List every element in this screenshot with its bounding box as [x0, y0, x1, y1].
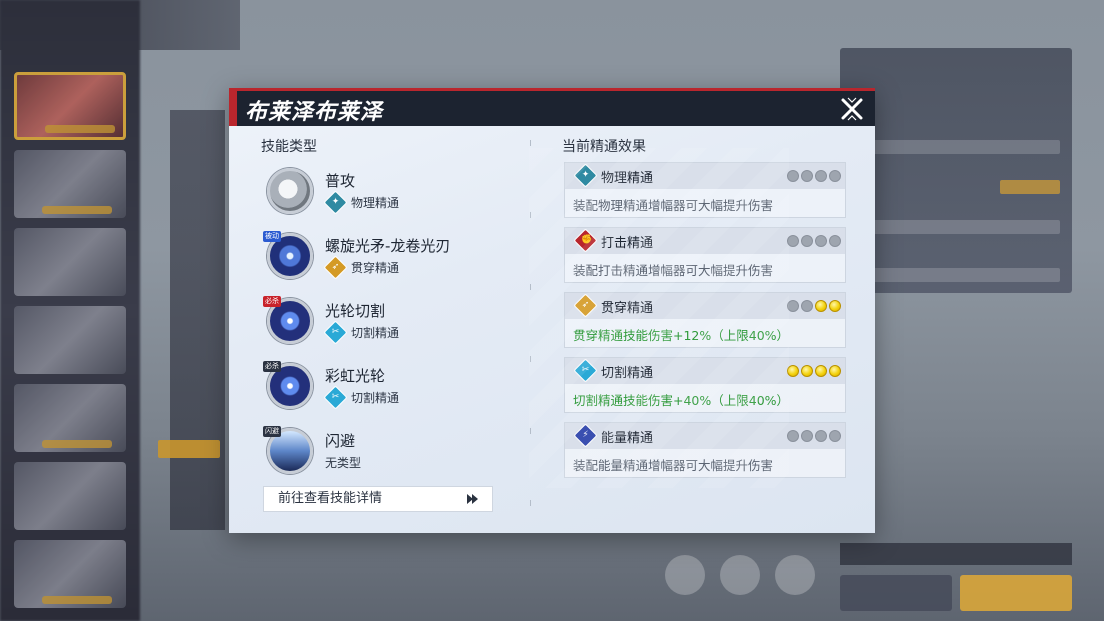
close-icon — [841, 97, 863, 121]
close-button[interactable] — [839, 96, 865, 122]
mastery-level-dot — [829, 170, 841, 182]
double-chevron-right-icon — [467, 494, 478, 504]
skill-type-heading: 技能类型 — [261, 139, 317, 155]
mastery-level-dot — [815, 365, 827, 377]
modal-title: 布莱泽布莱泽 — [245, 100, 384, 125]
skill-type-label: 无类型 — [325, 455, 362, 470]
cut-mastery-icon: ✂ — [323, 319, 348, 345]
mastery-level-dot — [815, 300, 827, 312]
mastery-card-strike: ✊ 打击精通 装配打击精通增幅器可大幅提升伤害 — [564, 227, 846, 283]
physical-mastery-icon: ✦ — [323, 189, 348, 215]
background-tab-active — [158, 440, 220, 458]
skill-name: 闪避 — [325, 432, 356, 450]
current-mastery-heading: 当前精通效果 — [562, 139, 646, 155]
skill-name: 普攻 — [325, 172, 356, 190]
skill-item[interactable]: 普攻 ✦ 物理精通 — [267, 168, 507, 224]
mastery-level-dot — [815, 235, 827, 247]
mastery-level-dot — [829, 365, 841, 377]
basic-attack-icon — [267, 168, 313, 214]
mastery-description: 贯穿精通技能伤害+12%（上限40%） — [573, 328, 790, 343]
mastery-name: 切割精通 — [601, 366, 654, 381]
mastery-level-dot — [787, 365, 799, 377]
skill-type-label: 切割精通 — [351, 390, 400, 405]
mastery-description: 切割精通技能伤害+40%（上限40%） — [573, 393, 790, 408]
mastery-level-dot — [829, 235, 841, 247]
skill-badge: 必杀 — [263, 296, 281, 307]
background-hero-card — [14, 462, 126, 530]
pierce-mastery-icon: ➶ — [323, 254, 348, 280]
skill-item[interactable]: 必杀 彩虹光轮 ✂ 切割精通 — [263, 361, 507, 419]
view-skill-details-label: 前往查看技能详情 — [278, 491, 383, 506]
skill-type-label: 贯穿精通 — [351, 260, 400, 275]
mastery-level-dot — [787, 430, 799, 442]
skill-item[interactable]: 被动 螺旋光矛-龙卷光刃 ➶ 贯穿精通 — [263, 231, 507, 289]
background-secondary-button — [840, 575, 952, 611]
skill-name: 光轮切割 — [325, 302, 386, 320]
mastery-name: 贯穿精通 — [601, 301, 654, 316]
background-hero-card — [14, 228, 126, 296]
mastery-name: 物理精通 — [601, 171, 654, 186]
skill-badge: 必杀 — [263, 361, 281, 372]
background-hero-card — [14, 384, 126, 452]
mastery-level-dot — [801, 430, 813, 442]
mastery-card-pierce: ➶ 贯穿精通 贯穿精通技能伤害+12%（上限40%） — [564, 292, 846, 348]
mastery-level-dot — [829, 430, 841, 442]
background-hero-card — [14, 72, 126, 140]
mastery-description: 装配能量精通增幅器可大幅提升伤害 — [573, 458, 774, 473]
cut-mastery-icon: ✂ — [323, 384, 348, 410]
mastery-level-dots — [787, 430, 841, 442]
skill-name: 螺旋光矛-龙卷光刃 — [325, 237, 451, 255]
mastery-card-energy: ⚡ 能量精通 装配能量精通增幅器可大幅提升伤害 — [564, 422, 846, 478]
skill-name: 彩虹光轮 — [325, 367, 386, 385]
mastery-level-dots — [787, 170, 841, 182]
mastery-level-dot — [815, 430, 827, 442]
view-skill-details-button[interactable]: 前往查看技能详情 — [263, 486, 493, 512]
background-circle-icon — [720, 555, 760, 595]
skill-item[interactable]: 必杀 光轮切割 ✂ 切割精通 — [263, 296, 507, 354]
skill-item[interactable]: 闪避 闪避 无类型 — [263, 426, 507, 484]
background-circle-icon — [665, 555, 705, 595]
skill-type: ➶ 贯穿精通 — [323, 254, 400, 280]
background-stat-row — [850, 140, 1060, 154]
mastery-level-dots — [787, 235, 841, 247]
mastery-description: 装配物理精通增幅器可大幅提升伤害 — [573, 198, 774, 213]
background-primary-button — [960, 575, 1072, 611]
background-tab-column — [170, 110, 225, 530]
skill-type: ✂ 切割精通 — [323, 319, 400, 345]
skill-type: 无类型 — [325, 452, 361, 472]
background-hero-card — [14, 306, 126, 374]
mastery-description: 装配打击精通增幅器可大幅提升伤害 — [573, 263, 774, 278]
background-stat-row — [850, 220, 1060, 234]
skill-badge: 被动 — [263, 231, 281, 242]
mastery-level-dot — [815, 170, 827, 182]
skill-type-label: 切割精通 — [351, 325, 400, 340]
mastery-level-dots — [787, 300, 841, 312]
mastery-card-physical: ✦ 物理精通 装配物理精通增幅器可大幅提升伤害 — [564, 162, 846, 218]
skill-type: ✂ 切割精通 — [323, 384, 400, 410]
skill-type-label: 物理精通 — [351, 195, 400, 210]
background-hero-card — [14, 540, 126, 608]
modal-header: 布莱泽布莱泽 — [229, 88, 875, 126]
section-divider — [530, 140, 531, 512]
mastery-level-dot — [787, 300, 799, 312]
background-circle-icon — [775, 555, 815, 595]
mastery-name: 能量精通 — [601, 431, 654, 446]
background-stat-row — [1000, 180, 1060, 194]
mastery-level-dots — [787, 365, 841, 377]
mastery-level-dot — [787, 170, 799, 182]
skill-badge: 闪避 — [263, 426, 281, 437]
background-bottom-bar — [840, 543, 1072, 565]
skill-type: ✦ 物理精通 — [323, 189, 400, 215]
mastery-level-dot — [801, 235, 813, 247]
mastery-level-dot — [801, 170, 813, 182]
mastery-level-dot — [829, 300, 841, 312]
mastery-level-dot — [801, 300, 813, 312]
mastery-level-dot — [787, 235, 799, 247]
background-hero-card — [14, 150, 126, 218]
mastery-name: 打击精通 — [601, 236, 654, 251]
background-stat-row — [850, 268, 1060, 282]
mastery-card-cut: ✂ 切割精通 切割精通技能伤害+40%（上限40%） — [564, 357, 846, 413]
mastery-level-dot — [801, 365, 813, 377]
mastery-modal: 布莱泽布莱泽 技能类型 当前精通效果 普攻 ✦ 物理精通 被动 螺旋光矛-龙卷光… — [229, 88, 875, 533]
